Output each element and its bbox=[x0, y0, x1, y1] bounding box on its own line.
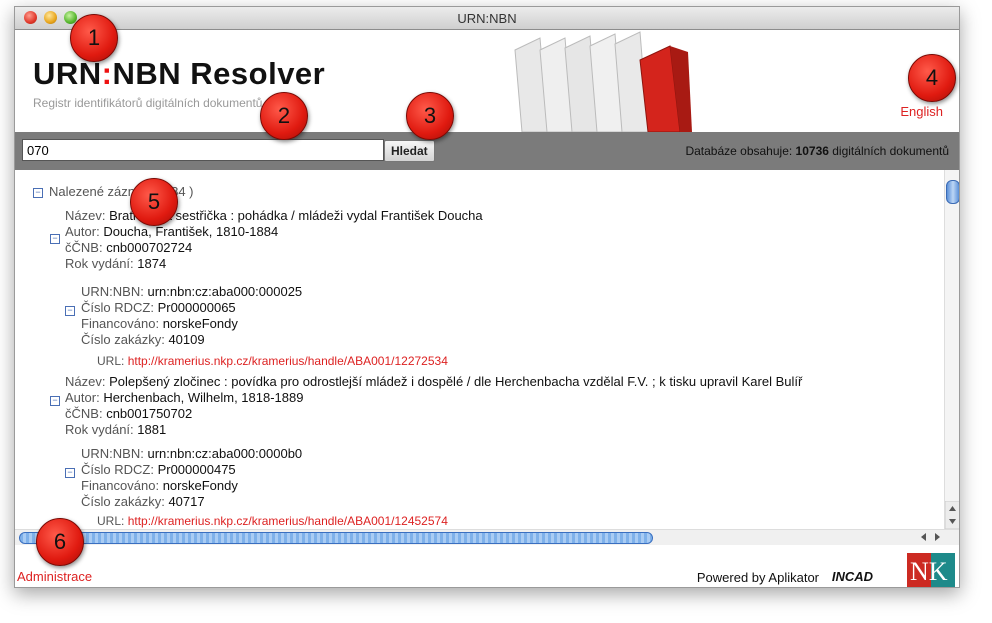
record-author-row: Autor: Doucha, František, 1810-1884 bbox=[65, 224, 278, 239]
search-button[interactable]: Hledat bbox=[384, 140, 435, 162]
title-bar: URN:NBN bbox=[15, 7, 959, 30]
books-banner-image bbox=[470, 30, 750, 132]
record-year-row: Rok vydání: 1874 bbox=[65, 256, 166, 271]
record-urn-row: URN:NBN: urn:nbn:cz:aba000:000025 bbox=[81, 284, 302, 299]
collapse-record-icon[interactable]: − bbox=[50, 396, 60, 406]
search-bar: Hledat Databáze obsahuje: 10736 digitáln… bbox=[15, 132, 959, 170]
field-label: Autor: bbox=[65, 224, 100, 239]
record-year: 1874 bbox=[137, 256, 167, 271]
field-label: čČNB: bbox=[65, 406, 103, 421]
field-label: Financováno: bbox=[81, 478, 160, 493]
horizontal-scrollbar[interactable] bbox=[15, 529, 959, 545]
field-label: Číslo zakázky: bbox=[81, 494, 165, 509]
record-ccnb: cnb000702724 bbox=[106, 240, 193, 255]
record-author: Doucha, František, 1810-1884 bbox=[103, 224, 279, 239]
field-label: Název: bbox=[65, 374, 106, 389]
collapse-results-icon[interactable]: − bbox=[33, 188, 43, 198]
record-ccnb: cnb001750702 bbox=[106, 406, 193, 421]
record-funding: norskeFondy bbox=[162, 478, 238, 493]
record-urn-row: URN:NBN: urn:nbn:cz:aba000:0000b0 bbox=[81, 446, 302, 461]
logo-resolver: NBN Resolver bbox=[112, 56, 326, 91]
vertical-scrollbar[interactable] bbox=[944, 170, 960, 529]
logo-colon: : bbox=[101, 56, 113, 91]
page-header: URN:NBN Resolver Registr identifikátorů … bbox=[15, 30, 959, 132]
page-footer: Administrace Powered by Aplikator INCAD … bbox=[15, 545, 959, 587]
callout-6: 6 bbox=[36, 518, 84, 566]
field-label: Název: bbox=[65, 208, 106, 223]
callout-1: 1 bbox=[70, 14, 118, 62]
app-window: URN:NBN URN:NBN Resolver Registr identif… bbox=[14, 6, 960, 588]
app-subtitle: Registr identifikátorů digitálních dokum… bbox=[33, 96, 263, 110]
vertical-scroll-thumb[interactable] bbox=[946, 180, 959, 204]
record-title: Polepšený zločinec : povídka pro odrostl… bbox=[109, 374, 803, 389]
collapse-digital-instance-icon[interactable]: − bbox=[65, 468, 75, 478]
field-label: URN:NBN: bbox=[81, 446, 144, 461]
administration-link[interactable]: Administrace bbox=[17, 569, 92, 584]
record-funding-row: Financováno: norskeFondy bbox=[81, 316, 238, 331]
record-year: 1881 bbox=[137, 422, 167, 437]
record-url-row: URL: http://kramerius.nkp.cz/kramerius/h… bbox=[97, 354, 448, 368]
callout-5: 5 bbox=[130, 178, 178, 226]
record-funding: norskeFondy bbox=[162, 316, 238, 331]
collapse-digital-instance-icon[interactable]: − bbox=[65, 306, 75, 316]
field-label: URN:NBN: bbox=[81, 284, 144, 299]
record-url-link[interactable]: http://kramerius.nkp.cz/kramerius/handle… bbox=[128, 354, 448, 368]
field-label: Číslo RDCZ: bbox=[81, 462, 154, 477]
record-rdcz-row: Číslo RDCZ: Pr000000065 bbox=[81, 300, 236, 315]
callout-4: 4 bbox=[908, 54, 956, 102]
collapse-record-icon[interactable]: − bbox=[50, 234, 60, 244]
database-count-info: Databáze obsahuje: 10736 digitálních dok… bbox=[685, 144, 949, 158]
db-count-value: 10736 bbox=[795, 144, 829, 158]
field-label: čČNB: bbox=[65, 240, 103, 255]
field-label: Financováno: bbox=[81, 316, 160, 331]
field-label: Číslo RDCZ: bbox=[81, 300, 154, 315]
callout-2: 2 bbox=[260, 92, 308, 140]
record-rdcz: Pr000000065 bbox=[157, 300, 236, 315]
field-label: Rok vydání: bbox=[65, 256, 134, 271]
field-label: Autor: bbox=[65, 390, 100, 405]
app-logo: URN:NBN Resolver bbox=[33, 56, 325, 92]
record-author-row: Autor: Herchenbach, Wilhelm, 1818-1889 bbox=[65, 390, 303, 405]
scroll-arrows-vertical-icon[interactable] bbox=[945, 501, 960, 529]
record-ccnb-row: čČNB: cnb001750702 bbox=[65, 406, 192, 421]
record-title-row: Název: Polepšený zločinec : povídka pro … bbox=[65, 374, 802, 389]
field-label: URL: bbox=[97, 514, 125, 528]
record-order-row: Číslo zakázky: 40717 bbox=[81, 494, 205, 509]
db-info-prefix: Databáze obsahuje: bbox=[685, 144, 796, 158]
record-order-row: Číslo zakázky: 40109 bbox=[81, 332, 205, 347]
powered-by-text: Powered by Aplikator bbox=[696, 570, 819, 585]
field-label: URL: bbox=[97, 354, 125, 368]
record-funding-row: Financováno: norskeFondy bbox=[81, 478, 238, 493]
svg-text:NK: NK bbox=[910, 557, 948, 586]
scroll-arrows-horizontal-icon[interactable] bbox=[917, 531, 945, 543]
record-url-row: URL: http://kramerius.nkp.cz/kramerius/h… bbox=[97, 514, 448, 528]
field-label: Rok vydání: bbox=[65, 422, 134, 437]
db-info-suffix: digitálních dokumentů bbox=[828, 144, 949, 158]
record-author: Herchenbach, Wilhelm, 1818-1889 bbox=[103, 390, 304, 405]
record-year-row: Rok vydání: 1881 bbox=[65, 422, 166, 437]
record-urn: urn:nbn:cz:aba000:0000b0 bbox=[147, 446, 303, 461]
nk-logo: NK bbox=[907, 553, 955, 587]
record-title-row: Název: Bratříček a sestřička : pohádka /… bbox=[65, 208, 483, 223]
record-order-number: 40717 bbox=[168, 494, 205, 509]
window-title: URN:NBN bbox=[457, 11, 517, 26]
horizontal-scroll-thumb[interactable] bbox=[19, 532, 653, 544]
record-ccnb-row: čČNB: cnb000702724 bbox=[65, 240, 192, 255]
record-rdcz: Pr000000475 bbox=[157, 462, 236, 477]
incad-logo: INCAD bbox=[831, 569, 873, 584]
field-label: Číslo zakázky: bbox=[81, 332, 165, 347]
record-urn: urn:nbn:cz:aba000:000025 bbox=[147, 284, 303, 299]
english-language-link[interactable]: English bbox=[900, 104, 943, 119]
record-order-number: 40109 bbox=[168, 332, 205, 347]
search-input[interactable] bbox=[22, 139, 384, 161]
record-rdcz-row: Číslo RDCZ: Pr000000475 bbox=[81, 462, 236, 477]
callout-3: 3 bbox=[406, 92, 454, 140]
record-url-link[interactable]: http://kramerius.nkp.cz/kramerius/handle… bbox=[128, 514, 448, 528]
